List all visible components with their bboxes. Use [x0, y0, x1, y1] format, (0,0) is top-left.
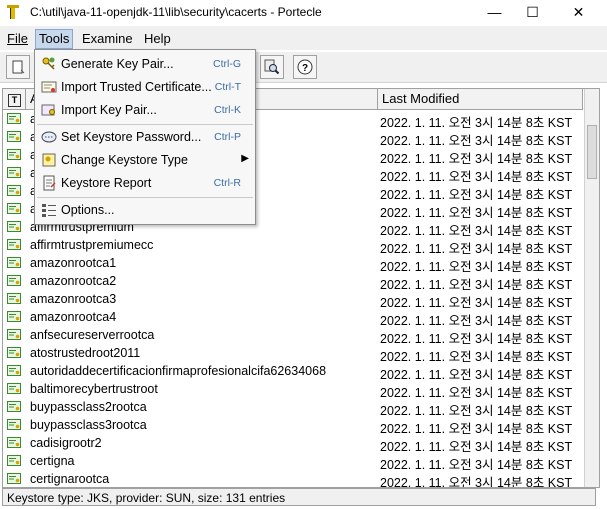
- key-pair-icon: [42, 57, 55, 70]
- trusted-certificate-icon: [7, 149, 21, 160]
- trusted-certificate-icon: [7, 167, 21, 178]
- key-import-icon: [41, 104, 55, 116]
- table-row[interactable]: amazonrootca2 2022. 1. 11. 오전 3시 14분 8초 K…: [3, 272, 583, 292]
- maximize-button[interactable]: ☐: [510, 0, 555, 24]
- close-button[interactable]: ✕: [556, 0, 601, 24]
- trusted-certificate-icon: [7, 455, 21, 466]
- vertical-scrollbar[interactable]: [584, 89, 599, 487]
- alias-cell: autoridaddecertificacionfirmaprofesional…: [30, 364, 327, 378]
- trusted-certificate-icon: [7, 311, 21, 322]
- alias-cell: certignarootca: [30, 472, 110, 486]
- last-modified-cell: 2022. 1. 11. 오전 3시 14분 8초 KST: [380, 476, 573, 488]
- table-row[interactable]: affirmtrustpremiumecc 2022. 1. 11. 오전 3시 …: [3, 236, 583, 256]
- trusted-certificate-icon: [7, 347, 21, 358]
- svg-text:?: ?: [302, 63, 308, 74]
- trusted-certificate-icon: [7, 473, 21, 484]
- trusted-certificate-icon: [7, 437, 21, 448]
- alias-cell: certigna: [30, 454, 75, 468]
- trusted-certificate-icon: [7, 419, 21, 430]
- alias-cell: amazonrootca2: [30, 274, 117, 288]
- menu-help[interactable]: Help: [141, 30, 174, 48]
- table-row[interactable]: amazonrootca3 2022. 1. 11. 오전 3시 14분 8초 K…: [3, 290, 583, 310]
- table-row[interactable]: cadisigrootr2 2022. 1. 11. 오전 3시 14분 8초 K…: [3, 434, 583, 454]
- table-row[interactable]: amazonrootca1 2022. 1. 11. 오전 3시 14분 8초 K…: [3, 254, 583, 274]
- table-row[interactable]: baltimorecybertrustroot 2022. 1. 11. 오전 3…: [3, 380, 583, 400]
- certificate-import-icon: [41, 81, 57, 93]
- menu-tools[interactable]: Tools: [35, 29, 74, 49]
- menu-item-set-keystore-password[interactable]: Set Keystore Password... Ctrl-P: [35, 126, 255, 148]
- trusted-certificate-icon: [7, 239, 21, 250]
- alias-cell: atostrustedroot2011: [30, 346, 141, 360]
- trusted-certificate-icon: [7, 185, 21, 196]
- trusted-certificate-icon: [7, 113, 21, 124]
- menu-separator: [37, 197, 253, 198]
- menu-separator: [37, 124, 253, 125]
- table-row[interactable]: anfsecureserverrootca 2022. 1. 11. 오전 3시 …: [3, 326, 583, 346]
- trusted-certificate-icon: [7, 383, 21, 394]
- trusted-certificate-icon: [7, 293, 21, 304]
- trusted-certificate-icon: [7, 275, 21, 286]
- title-bar: C:\util\java-11-openjdk-11\lib\security\…: [0, 0, 607, 24]
- status-bar: Keystore type: JKS, provider: SUN, size:…: [2, 488, 596, 506]
- alias-cell: baltimorecybertrustroot: [30, 382, 158, 396]
- menu-item-change-keystore-type[interactable]: Change Keystore Type ▶: [35, 149, 255, 171]
- menu-item-generate-key-pair[interactable]: Generate Key Pair... Ctrl-G: [35, 53, 255, 75]
- menu-examine[interactable]: Examine: [79, 30, 136, 48]
- entry-type-column-header[interactable]: T: [3, 89, 26, 109]
- window-title: C:\util\java-11-openjdk-11\lib\security\…: [30, 5, 322, 19]
- trusted-certificate-icon: [7, 365, 21, 376]
- scrollbar-thumb[interactable]: [587, 125, 597, 179]
- menu-item-import-trusted-certificate[interactable]: Import Trusted Certificate... Ctrl-T: [35, 76, 255, 98]
- table-row[interactable]: autoridaddecertificacionfirmaprofesional…: [3, 362, 583, 382]
- menu-item-options[interactable]: Options...: [35, 199, 255, 221]
- trusted-certificate-icon: [7, 203, 21, 214]
- new-keystore-button[interactable]: [6, 55, 30, 79]
- table-row[interactable]: amazonrootca4 2022. 1. 11. 오전 3시 14분 8초 K…: [3, 308, 583, 328]
- report-icon: [43, 175, 56, 191]
- password-icon: [41, 131, 57, 143]
- help-button[interactable]: ?: [293, 55, 317, 79]
- alias-cell: amazonrootca4: [30, 310, 117, 324]
- alias-cell: cadisigrootr2: [30, 436, 102, 450]
- table-row[interactable]: certignarootca 2022. 1. 11. 오전 3시 14분 8초 …: [3, 470, 583, 488]
- help-icon: ?: [297, 59, 313, 75]
- tools-menu-dropdown: Generate Key Pair... Ctrl-G Import Trust…: [34, 49, 256, 225]
- trusted-certificate-icon: [7, 401, 21, 412]
- trusted-certificate-icon: [7, 257, 21, 268]
- alias-cell: affirmtrustpremiumecc: [30, 238, 154, 252]
- alias-cell: amazonrootca3: [30, 292, 117, 306]
- table-row[interactable]: buypassclass3rootca 2022. 1. 11. 오전 3시 14…: [3, 416, 583, 436]
- menu-file[interactable]: File: [4, 30, 31, 48]
- menu-bar: File Tools Examine Help: [0, 26, 607, 50]
- alias-cell: buypassclass3rootca: [30, 418, 147, 432]
- keystore-type-icon: [42, 153, 56, 167]
- table-row[interactable]: atostrustedroot2011 2022. 1. 11. 오전 3시 14…: [3, 344, 583, 364]
- trusted-certificate-icon: [7, 131, 21, 142]
- table-row[interactable]: certigna 2022. 1. 11. 오전 3시 14분 8초 KST: [3, 452, 583, 472]
- magnifier-icon: [264, 59, 280, 75]
- new-document-icon: [12, 60, 25, 74]
- table-row[interactable]: buypassclass2rootca 2022. 1. 11. 오전 3시 14…: [3, 398, 583, 418]
- examine-button[interactable]: [260, 55, 284, 79]
- options-icon: [42, 204, 56, 217]
- last-modified-column-header[interactable]: Last Modified: [378, 89, 583, 109]
- alias-cell: anfsecureserverrootca: [30, 328, 155, 342]
- trusted-certificate-icon: [7, 329, 21, 340]
- portecle-app-icon: [7, 5, 19, 19]
- menu-item-import-key-pair[interactable]: Import Key Pair... Ctrl-K: [35, 99, 255, 121]
- trusted-certificate-icon: [7, 221, 21, 232]
- menu-item-keystore-report[interactable]: Keystore Report Ctrl-R: [35, 172, 255, 194]
- alias-cell: amazonrootca1: [30, 256, 117, 270]
- alias-cell: buypassclass2rootca: [30, 400, 147, 414]
- submenu-arrow-icon: ▶: [241, 153, 249, 164]
